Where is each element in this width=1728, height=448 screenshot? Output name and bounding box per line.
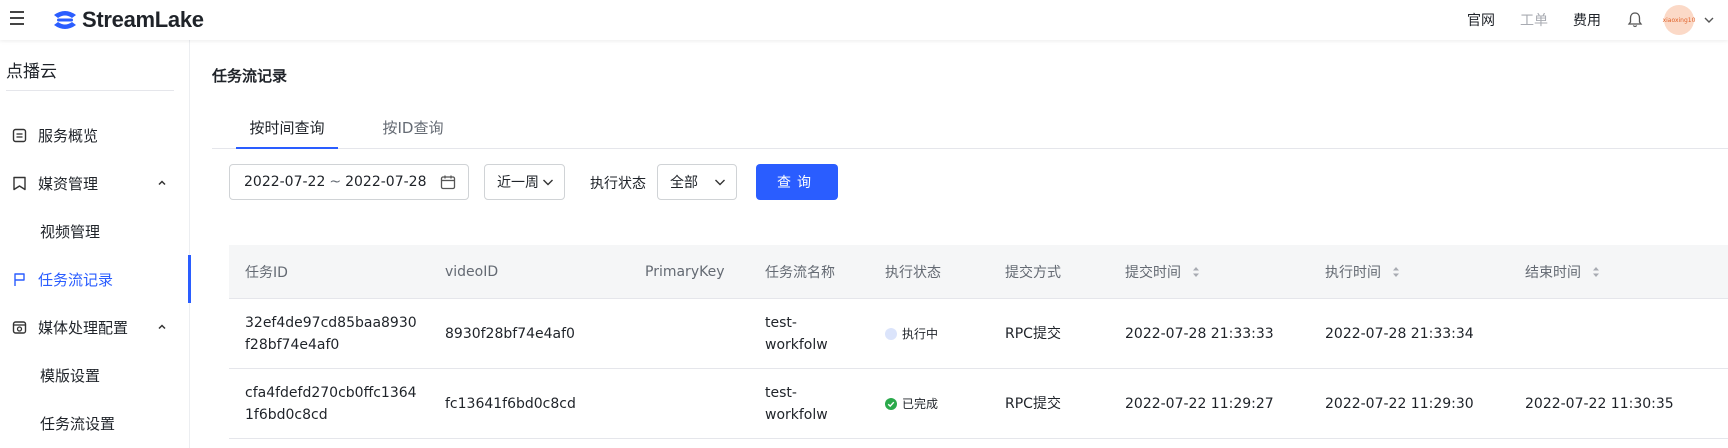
ticket-link[interactable]: 工单 xyxy=(1520,10,1548,30)
bookmark-icon xyxy=(13,176,26,191)
sidebar-item-workflow-settings[interactable]: 任务流设置 xyxy=(0,399,190,447)
logo[interactable]: StreamLake xyxy=(52,6,204,34)
date-start: 2022-07-22 xyxy=(244,174,326,190)
status-text: 执行中 xyxy=(902,327,939,341)
sidebar-divider xyxy=(6,90,174,91)
column-header-primary-key: PrimaryKey xyxy=(645,264,725,280)
status-cell: 已完成 xyxy=(885,393,938,415)
chevron-up-icon xyxy=(158,324,166,330)
tab-bar: 按时间查询 按ID查询 xyxy=(212,105,1728,149)
flow-name-cell: test-workfolw xyxy=(765,385,828,423)
table-row[interactable]: 32ef4de97cd85baa8930 f28bf74e4af0 8930f28… xyxy=(229,299,1728,369)
column-header-exec-time[interactable]: 执行时间 xyxy=(1325,245,1401,299)
status-select[interactable]: 全部 xyxy=(657,164,737,200)
task-id-cell: 32ef4de97cd85baa8930 f28bf74e4af0 xyxy=(245,315,417,353)
task-id-cell: cfa4fdefd270cb0ffc1364 1f6bd0c8cd xyxy=(245,385,417,423)
avatar-text: xiaoxing10 xyxy=(1662,16,1696,24)
chevron-down-icon[interactable] xyxy=(1704,15,1714,25)
table-row[interactable]: cfa4fdefd270cb0ffc1364 1f6bd0c8cd fc13641… xyxy=(229,369,1728,439)
sort-icon[interactable] xyxy=(1191,265,1201,279)
sidebar-item-video-management[interactable]: 视频管理 xyxy=(0,207,190,255)
avatar[interactable]: xiaoxing10 xyxy=(1662,5,1696,35)
sort-icon[interactable] xyxy=(1591,265,1601,279)
official-site-link[interactable]: 官网 xyxy=(1467,10,1495,30)
doc-icon xyxy=(12,128,27,143)
calendar-icon xyxy=(440,175,456,190)
exec-time-cell: 2022-07-28 21:33:34 xyxy=(1325,326,1474,342)
chevron-up-icon xyxy=(158,180,166,186)
column-header-submit-time[interactable]: 提交时间 xyxy=(1125,245,1201,299)
top-bar: StreamLake 官网 工单 费用 xiaoxing10 xyxy=(0,0,1728,40)
sidebar-item-media-assets[interactable]: 媒资管理 xyxy=(0,159,190,207)
sidebar-item-workflow-records[interactable]: 任务流记录 xyxy=(0,255,191,303)
column-header-flow-name: 任务流名称 xyxy=(765,265,835,281)
status-cell: 执行中 xyxy=(885,323,938,345)
billing-link[interactable]: 费用 xyxy=(1573,10,1601,30)
streamlake-logo-icon xyxy=(54,11,76,29)
sidebar-item-label: 媒体处理配置 xyxy=(38,318,129,337)
running-status-dot xyxy=(885,328,897,340)
flag-icon xyxy=(14,273,25,286)
active-tab-underline xyxy=(236,147,338,149)
sidebar-item-label: 媒资管理 xyxy=(38,174,99,193)
column-header-end-time[interactable]: 结束时间 xyxy=(1525,245,1601,299)
flow-name-cell: test-workfolw xyxy=(765,315,828,353)
submit-time-cell: 2022-07-22 11:29:27 xyxy=(1125,396,1274,412)
end-time-cell: 2022-07-22 11:30:35 xyxy=(1525,396,1674,412)
chevron-down-icon xyxy=(543,179,553,186)
status-filter-label: 执行状态 xyxy=(590,176,646,192)
active-indicator xyxy=(188,255,191,303)
submit-method-cell: RPC提交 xyxy=(1005,326,1061,342)
tab-query-by-time[interactable]: 按时间查询 xyxy=(236,105,338,149)
media-icon xyxy=(12,321,27,334)
range-preset-value: 近一周 xyxy=(497,175,539,191)
check-circle-icon xyxy=(885,398,897,410)
sidebar: 点播云 服务概览 媒资管理 视频管理 任务流记录 媒体处理配置 模版设置 任务流… xyxy=(0,40,191,448)
exec-time-cell: 2022-07-22 11:29:30 xyxy=(1325,396,1474,412)
video-id-cell: 8930f28bf74e4af0 xyxy=(445,326,575,342)
sidebar-item-service-overview[interactable]: 服务概览 xyxy=(0,111,190,159)
page-title: 任务流记录 xyxy=(212,67,288,85)
video-id-cell: fc13641f6bd0c8cd xyxy=(445,396,576,412)
sidebar-item-media-processing-config[interactable]: 媒体处理配置 xyxy=(0,303,190,351)
range-preset-select[interactable]: 近一周 xyxy=(484,164,565,200)
sidebar-item-label: 任务流设置 xyxy=(40,414,116,433)
sidebar-item-label: 任务流记录 xyxy=(38,270,114,289)
status-text: 已完成 xyxy=(902,397,939,411)
submit-time-cell: 2022-07-28 21:33:33 xyxy=(1125,326,1274,342)
query-button[interactable]: 查询 xyxy=(756,164,838,200)
sidebar-title: 点播云 xyxy=(6,62,57,82)
sidebar-item-label: 服务概览 xyxy=(38,126,99,145)
status-select-value: 全部 xyxy=(670,175,698,191)
sort-icon[interactable] xyxy=(1391,265,1401,279)
brand-name: StreamLake xyxy=(82,7,204,32)
hamburger-menu-icon[interactable] xyxy=(8,8,28,28)
sidebar-item-label: 模版设置 xyxy=(40,366,101,385)
table-header: 任务ID videoID PrimaryKey 任务流名称 执行状态 提交方式 … xyxy=(229,245,1728,299)
bell-icon[interactable] xyxy=(1626,11,1644,29)
column-header-status: 执行状态 xyxy=(885,265,941,281)
tab-label: 按ID查询 xyxy=(382,118,444,137)
tab-label: 按时间查询 xyxy=(249,118,325,137)
sidebar-item-label: 视频管理 xyxy=(40,222,101,241)
tab-query-by-id[interactable]: 按ID查询 xyxy=(348,105,478,149)
sidebar-item-template-settings[interactable]: 模版设置 xyxy=(0,351,190,399)
column-header-task-id: 任务ID xyxy=(245,265,288,281)
date-end: 2022-07-28 xyxy=(345,174,427,190)
column-header-video-id: videoID xyxy=(445,264,499,280)
column-header-submit-method: 提交方式 xyxy=(1005,265,1061,281)
submit-method-cell: RPC提交 xyxy=(1005,396,1061,412)
date-range-picker[interactable]: 2022-07-22 ~ 2022-07-28 xyxy=(229,164,469,200)
date-separator: ~ xyxy=(329,174,342,190)
chevron-down-icon xyxy=(715,179,725,186)
